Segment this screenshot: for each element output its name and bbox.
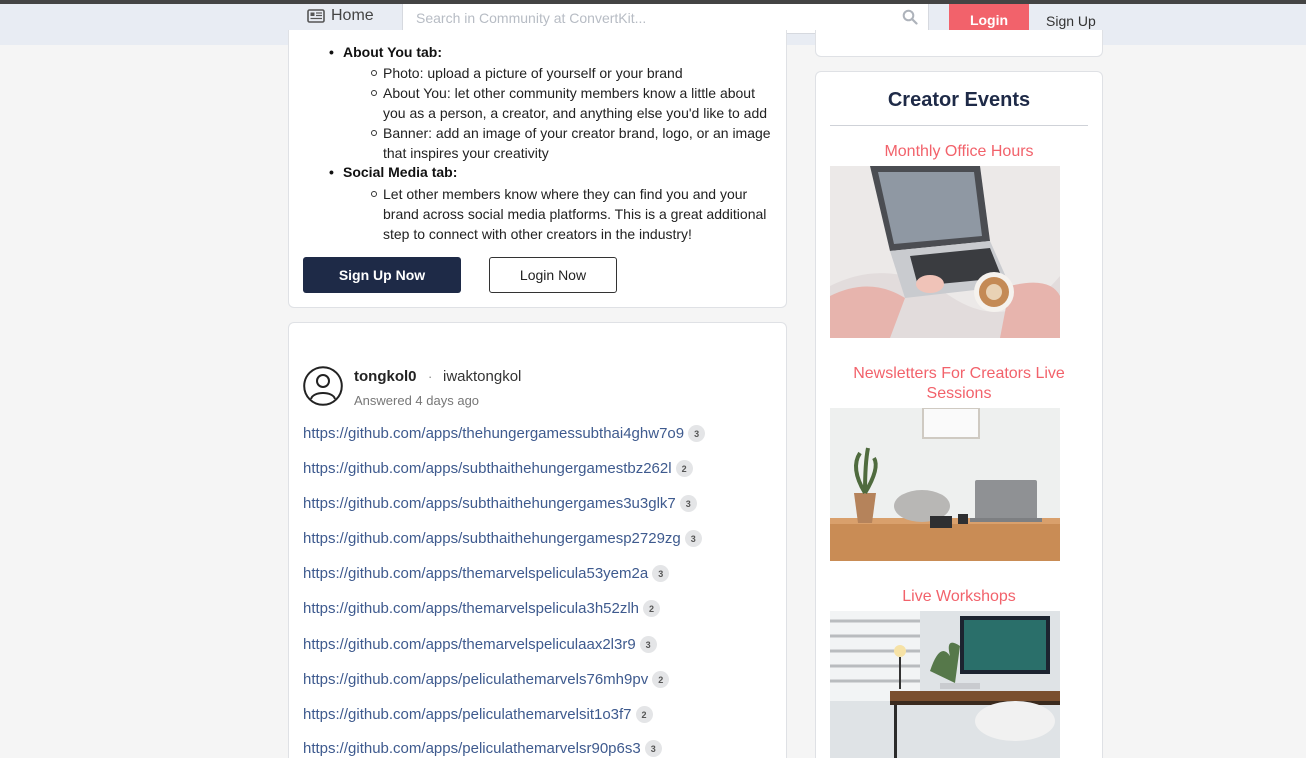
sign-up-now-button[interactable]: Sign Up Now <box>303 257 461 293</box>
list-item: https://github.com/apps/peliculathemarve… <box>303 706 653 723</box>
event-title-office-hours[interactable]: Monthly Office Hours <box>830 142 1088 162</box>
name-separator: · <box>428 369 433 384</box>
home-link[interactable]: Home <box>307 7 374 25</box>
list-item: https://github.com/apps/themarvelspelicu… <box>303 636 657 653</box>
divider <box>830 125 1088 126</box>
home-label: Home <box>331 7 374 24</box>
github-link[interactable]: https://github.com/apps/subthaithehunger… <box>303 495 676 512</box>
social-media-tab-heading: Social Media tab: <box>329 164 457 180</box>
event-title-newsletters[interactable]: Newsletters For Creators Live Sessions <box>830 364 1088 404</box>
github-link[interactable]: https://github.com/apps/thehungergamessu… <box>303 425 684 442</box>
github-link[interactable]: https://github.com/apps/themarvelspelicu… <box>303 565 648 582</box>
about-item-about-you: About You: let other community members k… <box>370 83 780 123</box>
social-item: Let other members know where they can fi… <box>370 184 780 244</box>
count-badge: 2 <box>675 460 693 477</box>
event-title-live-workshops[interactable]: Live Workshops <box>830 587 1088 607</box>
event-image-live-workshops[interactable] <box>830 611 1060 758</box>
github-link[interactable]: https://github.com/apps/peliculathemarve… <box>303 671 648 688</box>
count-badge: 3 <box>644 740 662 757</box>
list-item: https://github.com/apps/subthaithehunger… <box>303 530 702 547</box>
list-item: https://github.com/apps/peliculathemarve… <box>303 740 662 757</box>
answered-timestamp: Answered 4 days ago <box>354 393 480 408</box>
github-link[interactable]: https://github.com/apps/peliculathemarve… <box>303 706 632 723</box>
count-badge: 2 <box>652 671 670 688</box>
list-item: https://github.com/apps/subthaithehunger… <box>303 460 693 477</box>
login-now-button[interactable]: Login Now <box>489 257 617 293</box>
list-item: https://github.com/apps/themarvelspelicu… <box>303 565 670 582</box>
about-item-banner: Banner: add an image of your creator bra… <box>370 123 780 163</box>
list-item: https://github.com/apps/peliculathemarve… <box>303 671 670 688</box>
signup-link[interactable]: Sign Up <box>1046 13 1096 29</box>
list-item: https://github.com/apps/thehungergamessu… <box>303 425 706 442</box>
count-badge: 3 <box>679 495 697 512</box>
about-you-tab-heading: About You tab: <box>329 44 442 60</box>
about-item-photo: Photo: upload a picture of yourself or y… <box>370 63 780 83</box>
list-item: https://github.com/apps/themarvelspelicu… <box>303 600 661 617</box>
count-badge: 3 <box>688 425 706 442</box>
github-link[interactable]: https://github.com/apps/subthaithehunger… <box>303 460 672 477</box>
search-icon[interactable] <box>902 9 918 30</box>
count-badge: 3 <box>684 530 702 547</box>
answer-alias: iwaktongkol <box>443 368 522 385</box>
github-link[interactable]: https://github.com/apps/themarvelspelicu… <box>303 636 636 653</box>
answer-username[interactable]: tongkol0 <box>354 368 417 385</box>
count-badge: 2 <box>635 706 653 723</box>
search-input[interactable] <box>403 4 873 32</box>
sidebar-top-card <box>815 30 1103 57</box>
event-image-newsletters[interactable] <box>830 408 1060 561</box>
event-image-office-hours[interactable] <box>830 166 1060 338</box>
count-badge: 3 <box>652 565 670 582</box>
list-item: https://github.com/apps/subthaithehunger… <box>303 495 697 512</box>
github-link[interactable]: https://github.com/apps/themarvelspelicu… <box>303 600 639 617</box>
newspaper-icon <box>307 9 325 23</box>
github-link[interactable]: https://github.com/apps/peliculathemarve… <box>303 740 641 757</box>
count-badge: 2 <box>643 600 661 617</box>
user-avatar-icon[interactable] <box>303 366 343 406</box>
github-link[interactable]: https://github.com/apps/subthaithehunger… <box>303 530 681 547</box>
count-badge: 3 <box>639 636 657 653</box>
creator-events-title: Creator Events <box>887 89 1031 111</box>
